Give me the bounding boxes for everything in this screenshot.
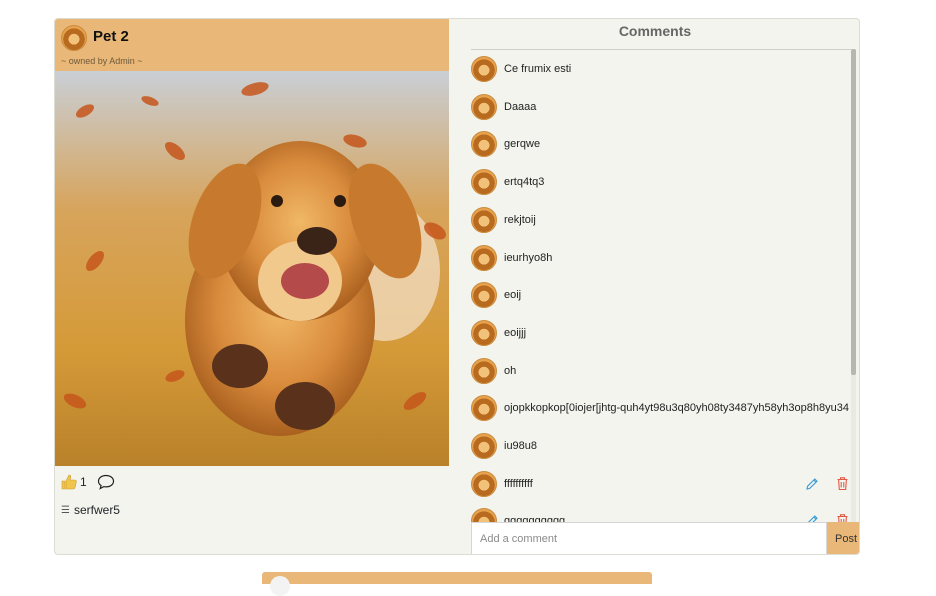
comment-item: oh <box>471 357 853 386</box>
comment-text: eoij <box>504 289 522 302</box>
pencil-icon[interactable] <box>805 477 819 491</box>
pet-photo[interactable] <box>55 71 449 466</box>
commenter-avatar[interactable] <box>471 282 497 309</box>
comments-title: Comments <box>618 23 692 39</box>
commenter-avatar[interactable] <box>471 169 497 196</box>
commenter-avatar[interactable] <box>471 357 497 384</box>
comment-text: gerqwe <box>504 138 541 151</box>
comment-text: Ce frumix esti <box>504 63 572 75</box>
thumbs-up-icon[interactable] <box>61 474 77 490</box>
comment-item: ieurhyo8h <box>471 244 853 273</box>
post-pane: Pet 2 ~ owned by Admin ~ 1 ☰ serfwer5 <box>55 19 449 554</box>
comment-text: iu98u8 <box>504 440 538 452</box>
comment-text: ffffffffff <box>504 477 533 490</box>
comments-pane: Comments Ce frumix esti Daaaa gerqwe ertq4t… <box>449 19 859 554</box>
next-post-header <box>262 572 652 584</box>
comment-item: ffffffffff <box>471 470 853 499</box>
next-post-avatar[interactable] <box>270 576 290 596</box>
comment-form: Post <box>471 522 859 554</box>
comment-item: ertq4tq3 <box>471 169 853 197</box>
comment-item: ojopkkopkop[0iojer[jhtg-quh4yt98u3q80yh0… <box>471 395 853 423</box>
comments-scrollbar[interactable] <box>851 49 856 554</box>
post-comment-button[interactable]: Post <box>827 522 859 554</box>
comment-item: Ce frumix esti <box>471 56 853 84</box>
owner-label: ~ owned by Admin ~ <box>61 56 143 66</box>
comment-text: Daaaa <box>504 100 537 113</box>
comment-item: eoijjj <box>471 319 853 348</box>
trash-icon[interactable] <box>836 476 849 491</box>
scrollbar-thumb[interactable] <box>851 49 856 375</box>
caption-text: serfwer5 <box>73 503 120 517</box>
commenter-avatar[interactable] <box>471 206 497 233</box>
commenter-avatar[interactable] <box>471 319 497 346</box>
post-card: Pet 2 ~ owned by Admin ~ 1 ☰ serfwer5 Co… <box>54 18 860 555</box>
comment-text: ieurhyo8h <box>504 251 553 264</box>
comment-item: Daaaa <box>471 93 853 122</box>
comment-text: eoijjj <box>504 326 527 339</box>
comment-text: ojopkkopkop[0iojer[jhtg-quh4yt98u3q80yh0… <box>504 402 849 415</box>
like-count: 1 <box>80 475 87 489</box>
speech-bubble-icon[interactable] <box>97 474 115 490</box>
post-actions: 1 <box>61 473 115 491</box>
commenter-avatar[interactable] <box>471 56 497 82</box>
commenter-avatar[interactable] <box>471 244 497 271</box>
commenter-avatar[interactable] <box>471 433 497 459</box>
pet-name[interactable]: Pet 2 <box>93 28 129 45</box>
pet-avatar[interactable] <box>61 25 87 51</box>
list-lines-icon: ☰ <box>61 504 70 516</box>
comment-item: eoij <box>471 282 853 310</box>
comment-item: rekjtoij <box>471 206 853 235</box>
commenter-avatar[interactable] <box>471 470 497 497</box>
post-header: Pet 2 ~ owned by Admin ~ <box>55 19 449 71</box>
commenter-avatar[interactable] <box>471 131 497 158</box>
post-caption: ☰ serfwer5 <box>61 503 120 517</box>
comment-text: rekjtoij <box>504 213 536 226</box>
comment-text: ertq4tq3 <box>504 176 545 189</box>
comment-input[interactable] <box>471 522 827 554</box>
comment-list[interactable]: Ce frumix esti Daaaa gerqwe ertq4tq3 rekjtoi… <box>449 50 853 550</box>
comment-item: iu98u8 <box>471 433 853 461</box>
commenter-avatar[interactable] <box>471 395 497 422</box>
comment-text: oh <box>504 364 517 377</box>
comment-item: gerqwe <box>471 131 853 159</box>
commenter-avatar[interactable] <box>471 93 497 120</box>
